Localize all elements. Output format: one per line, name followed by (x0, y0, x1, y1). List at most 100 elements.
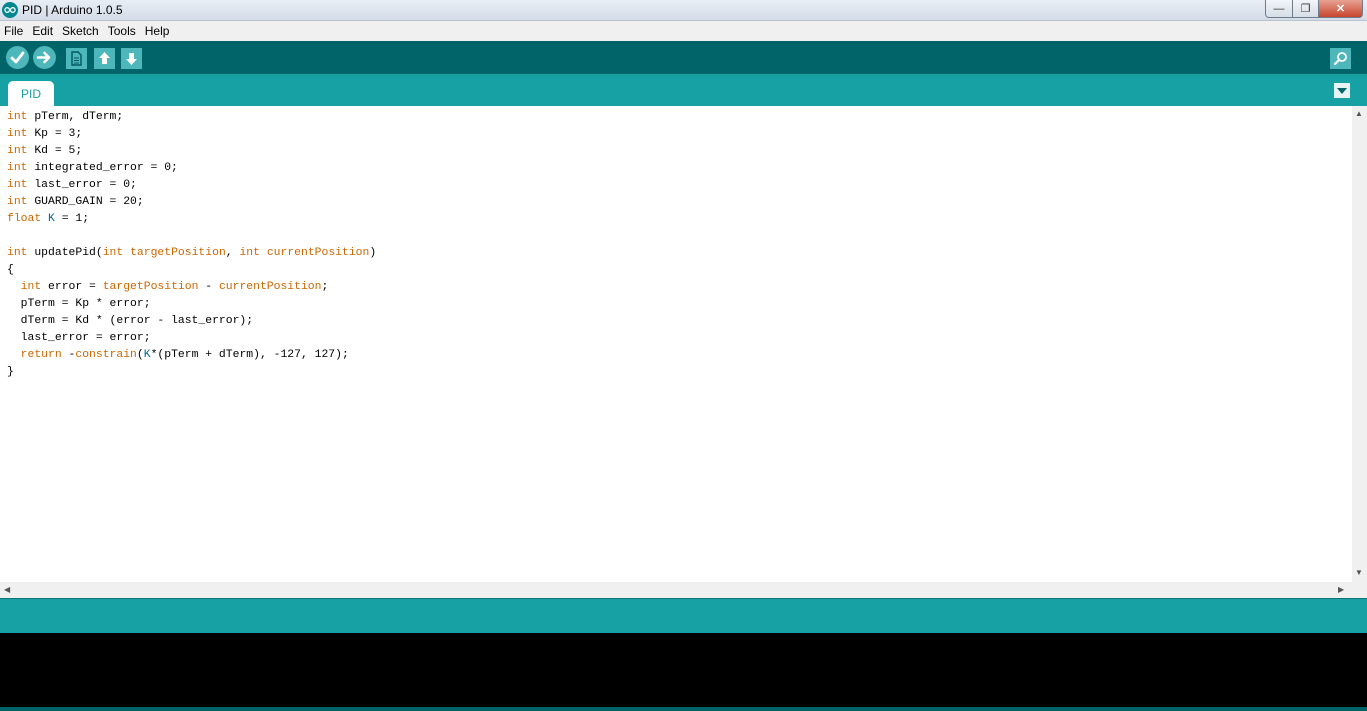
code-token: int (7, 247, 28, 259)
new-button[interactable] (66, 48, 87, 69)
code-token: K (143, 349, 151, 361)
code-line: int Kp = 3; (7, 126, 1352, 143)
horizontal-scrollbar[interactable]: ◀ ▶ (0, 582, 1352, 598)
code-token: - (198, 281, 219, 293)
menu-file[interactable]: File (0, 21, 27, 41)
code-token: integrated_error = 0; (27, 162, 178, 174)
code-token: ( (136, 349, 144, 361)
scroll-left-icon[interactable]: ◀ (4, 585, 10, 595)
tab-pid[interactable]: PID (8, 81, 54, 106)
code-token: updatePid( (27, 247, 103, 259)
code-token: K (48, 213, 55, 225)
code-token: pTerm, dTerm; (27, 111, 124, 123)
code-line: int GUARD_GAIN = 20; (7, 194, 1352, 211)
minimize-icon: — (1273, 2, 1285, 15)
tab-menu-button[interactable] (1334, 83, 1350, 98)
code-text: int pTerm, dTerm; int Kp = 3; int Kd = 5; i… (0, 106, 1352, 381)
code-line: float K = 1; (7, 211, 1352, 228)
code-token: currentPosition (218, 281, 322, 293)
code-token: Kd = 5; (27, 145, 83, 157)
tab-label: PID (20, 86, 41, 101)
code-line: pTerm = Kp * error; (7, 296, 1352, 313)
menu-help[interactable]: Help (141, 21, 174, 41)
code-token: } (7, 366, 14, 378)
code-token: constrain (75, 349, 137, 361)
code-line: int Kd = 5; (7, 143, 1352, 160)
title-bar: PID | Arduino 1.0.5 — ❐ ✕ (0, 0, 1367, 21)
code-token: - (61, 349, 76, 361)
code-line: { (7, 262, 1352, 279)
open-button[interactable] (94, 48, 115, 69)
code-line: int updatePid(int targetPosition, int cu… (7, 245, 1352, 262)
code-token: int (7, 162, 28, 174)
verify-button[interactable] (6, 46, 29, 69)
toolbar (0, 41, 1367, 74)
vertical-scrollbar[interactable]: ▲ ▼ (1352, 106, 1367, 582)
code-token: last_error = 0; (27, 179, 137, 191)
maximize-icon: ❐ (1300, 3, 1311, 15)
code-token: targetPosition (130, 247, 226, 259)
code-token: int (7, 196, 28, 208)
code-token: int (239, 247, 260, 259)
code-token: pTerm = Kp * error; (7, 298, 151, 310)
menu-edit[interactable]: Edit (28, 21, 57, 41)
close-button[interactable]: ✕ (1319, 0, 1363, 18)
code-token: int (7, 128, 28, 140)
window-controls: — ❐ ✕ (1265, 0, 1363, 18)
arduino-logo-icon (2, 2, 18, 18)
code-token: { (7, 264, 14, 276)
scrollbar-corner (1352, 582, 1367, 598)
close-icon: ✕ (1335, 3, 1346, 15)
code-token: last_error = error; (7, 332, 151, 344)
status-bar (0, 598, 1367, 634)
console-output[interactable] (0, 633, 1367, 707)
code-line: last_error = error; (7, 330, 1352, 347)
code-token: int (7, 179, 28, 191)
code-token: int (20, 281, 42, 293)
code-token: Kp = 3; (27, 128, 83, 140)
menu-tools[interactable]: Tools (104, 21, 140, 41)
code-token: float (7, 213, 42, 225)
scroll-right-icon[interactable]: ▶ (1338, 585, 1344, 595)
code-token: targetPosition (102, 281, 199, 293)
code-token: return (20, 349, 62, 361)
code-line: int error = targetPosition - currentPosi… (7, 279, 1352, 296)
save-button[interactable] (121, 48, 142, 69)
code-line: } (7, 364, 1352, 381)
code-editor[interactable]: int pTerm, dTerm; int Kp = 3; int Kd = 5; i… (0, 106, 1352, 582)
code-token: ) (369, 247, 377, 259)
window-title: PID | Arduino 1.0.5 (22, 3, 123, 17)
code-token: ; (321, 281, 329, 293)
code-token: GUARD_GAIN = 20; (27, 196, 144, 208)
code-token: int (7, 111, 28, 123)
serial-monitor-button[interactable] (1330, 48, 1351, 69)
code-line: dTerm = Kd * (error - last_error); (7, 313, 1352, 330)
chevron-down-icon (1337, 87, 1347, 94)
upload-button[interactable] (33, 46, 56, 69)
code-token: int (102, 247, 124, 259)
tab-bar: PID (0, 74, 1367, 106)
scroll-down-icon[interactable]: ▼ (1355, 568, 1363, 578)
menu-sketch[interactable]: Sketch (58, 21, 103, 41)
code-line: int last_error = 0; (7, 177, 1352, 194)
code-line: int integrated_error = 0; (7, 160, 1352, 177)
code-line: ​ (7, 228, 1352, 245)
maximize-button[interactable]: ❐ (1293, 0, 1319, 18)
code-token: int (7, 145, 28, 157)
code-token: dTerm = Kd * (error - last_error); (7, 315, 254, 327)
bottom-status-strip (0, 707, 1367, 711)
code-token: , (225, 247, 240, 259)
code-token: error = (41, 281, 103, 293)
code-token: *(pTerm + dTerm), -127, 127); (150, 349, 349, 361)
scroll-up-icon[interactable]: ▲ (1355, 109, 1363, 119)
code-token: currentPosition (266, 247, 370, 259)
code-line: int pTerm, dTerm; (7, 109, 1352, 126)
menu-bar: File Edit Sketch Tools Help (0, 21, 1367, 41)
minimize-button[interactable]: — (1265, 0, 1293, 18)
code-line: return -constrain(K*(pTerm + dTerm), -12… (7, 347, 1352, 364)
code-token: = 1; (54, 213, 90, 225)
